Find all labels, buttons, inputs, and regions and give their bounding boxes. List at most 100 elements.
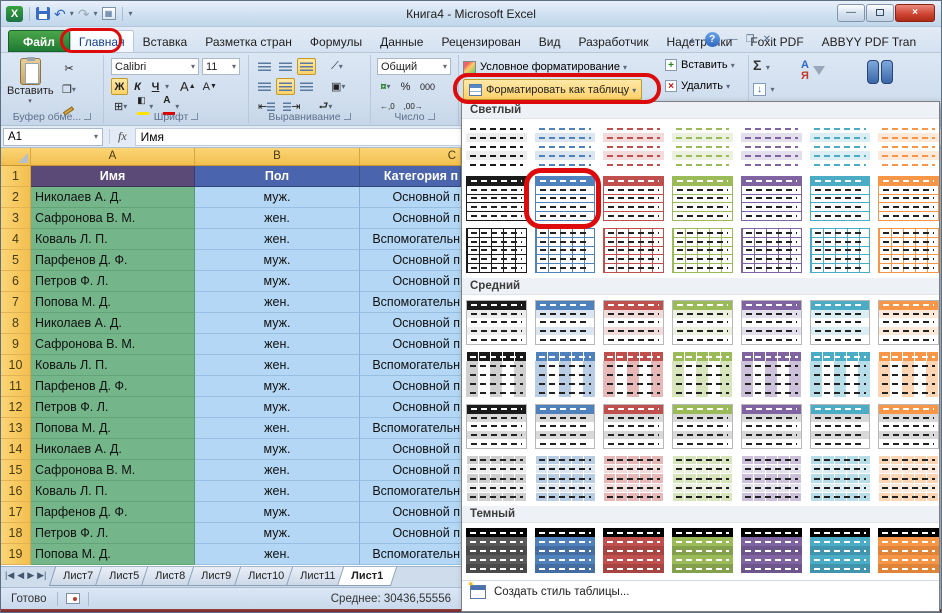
table-style-med-col-bands-red[interactable]	[603, 352, 664, 397]
table-style-med-gray-bands-green[interactable]	[672, 404, 733, 449]
cell-sex[interactable]: муж.	[195, 250, 360, 271]
align-right-icon[interactable]	[297, 78, 316, 95]
row-header[interactable]: 10	[1, 355, 31, 376]
cell-sex[interactable]: жен.	[195, 481, 360, 502]
row-header[interactable]: 14	[1, 439, 31, 460]
cell-category[interactable]: Основной п	[360, 208, 461, 229]
row-header[interactable]: 5	[1, 250, 31, 271]
cell-sex[interactable]: жен.	[195, 460, 360, 481]
help-icon[interactable]: ?	[705, 32, 720, 47]
row-header[interactable]: 6	[1, 271, 31, 292]
cell-name[interactable]: Николаев А. Д.	[31, 439, 195, 460]
cell-name[interactable]: Сафронова В. М.	[31, 334, 195, 355]
table-style-med-header-bands-black[interactable]	[466, 300, 527, 345]
grow-font-button[interactable]: А▲	[177, 78, 199, 95]
cell-name[interactable]: Попова М. Д.	[31, 292, 195, 313]
tab-Формулы[interactable]: Формулы	[301, 30, 371, 52]
tab-Данные[interactable]: Данные	[371, 30, 432, 52]
tab-Вид[interactable]: Вид	[530, 30, 570, 52]
table-style-med-gray-bands-black[interactable]	[466, 404, 527, 449]
row-header[interactable]: 8	[1, 313, 31, 334]
sort-filter-button[interactable]: АЯ	[801, 59, 825, 90]
cell-name[interactable]: Парфенов Д. Ф.	[31, 376, 195, 397]
font-name-combo[interactable]: Calibri▾	[111, 58, 199, 75]
currency-format-icon[interactable]: ¤▾	[377, 78, 394, 95]
cell-category[interactable]: Вспомогательн	[360, 229, 461, 250]
table-style-med-gray-bands-orange[interactable]	[878, 404, 939, 449]
cell-sex[interactable]: жен.	[195, 229, 360, 250]
copy-icon[interactable]: ❐▾	[59, 81, 79, 98]
table-style-med-grid-black[interactable]	[466, 456, 527, 501]
collapse-ribbon-icon[interactable]: ▲	[688, 35, 697, 45]
underline-button[interactable]: Ч	[147, 78, 164, 95]
last-sheet-icon[interactable]: ▶|	[37, 570, 46, 581]
delete-cells-button[interactable]: × Удалить ▾	[665, 80, 730, 92]
table-style-light-bands-green[interactable]	[672, 124, 733, 169]
insert-function-icon[interactable]: fx	[109, 129, 135, 144]
table-style-light-header-red[interactable]	[603, 176, 664, 221]
select-all-corner[interactable]	[1, 148, 31, 166]
table-style-light-grid-black[interactable]	[466, 228, 527, 273]
column-header-b[interactable]: B	[195, 148, 360, 166]
table-style-light-header-teal[interactable]	[810, 176, 871, 221]
table-style-dark-solid-teal[interactable]	[810, 528, 871, 573]
column-header-c[interactable]: C	[360, 148, 461, 166]
table-style-med-col-bands-orange[interactable]	[878, 352, 939, 397]
cell-sex[interactable]: жен.	[195, 334, 360, 355]
table-style-med-col-bands-teal[interactable]	[810, 352, 871, 397]
cell-sex[interactable]: муж.	[195, 187, 360, 208]
table-style-med-gray-bands-purple[interactable]	[741, 404, 802, 449]
cell-name[interactable]: Коваль Л. П.	[31, 481, 195, 502]
table-style-light-grid-red[interactable]	[603, 228, 664, 273]
table-style-dark-solid-purple[interactable]	[741, 528, 802, 573]
align-bottom-icon[interactable]	[297, 58, 316, 75]
table-style-med-col-bands-blue[interactable]	[535, 352, 596, 397]
table-style-med-gray-bands-teal[interactable]	[810, 404, 871, 449]
sheet-tab-active[interactable]: Лист1	[337, 567, 397, 586]
name-box-dropdown-icon[interactable]: ▾	[94, 132, 98, 141]
doc-minimize-icon[interactable]: —	[728, 32, 738, 47]
table-style-dark-solid-black[interactable]	[466, 528, 527, 573]
table-style-med-col-bands-purple[interactable]	[741, 352, 802, 397]
tab-Вставка[interactable]: Вставка	[134, 30, 197, 52]
cell-name[interactable]: Коваль Л. П.	[31, 229, 195, 250]
doc-close-icon[interactable]: ✕	[763, 32, 771, 47]
table-style-light-grid-purple[interactable]	[741, 228, 802, 273]
table-style-light-bands-purple[interactable]	[741, 124, 802, 169]
table-style-light-bands-black[interactable]	[466, 124, 527, 169]
cell-sex[interactable]: муж.	[195, 439, 360, 460]
cell-sex[interactable]: муж.	[195, 502, 360, 523]
cell-name[interactable]: Петров Ф. Л.	[31, 523, 195, 544]
table-style-med-grid-blue[interactable]	[535, 456, 596, 501]
conditional-formatting-button[interactable]: Условное форматирование ▾	[463, 58, 627, 76]
table-style-dark-solid-blue[interactable]	[535, 528, 596, 573]
cell-category[interactable]: Основной п	[360, 271, 461, 292]
dialog-launcher-icon[interactable]	[344, 113, 351, 120]
table-style-med-header-bands-red[interactable]	[603, 300, 664, 345]
cell-name[interactable]: Николаев А. Д.	[31, 313, 195, 334]
close-button[interactable]: ×	[895, 4, 935, 22]
cell-category[interactable]: Основной п	[360, 313, 461, 334]
table-style-dark-solid-red[interactable]	[603, 528, 664, 573]
new-table-style-item[interactable]: Создать стиль таблицы...	[462, 580, 939, 603]
table-style-med-header-bands-blue[interactable]	[535, 300, 596, 345]
name-box[interactable]: A1▾	[3, 128, 103, 146]
tab-Разработчик[interactable]: Разработчик	[569, 30, 657, 52]
dialog-launcher-icon[interactable]	[84, 113, 91, 120]
cell-category[interactable]: Основной п	[360, 523, 461, 544]
tab-Главная[interactable]: Главная	[70, 30, 134, 52]
table-style-light-header-orange[interactable]	[878, 176, 939, 221]
underline-dropdown-icon[interactable]: ▾	[165, 82, 169, 91]
cell-sex[interactable]: жен.	[195, 544, 360, 565]
row-header[interactable]: 2	[1, 187, 31, 208]
table-style-dark-solid-orange[interactable]	[878, 528, 939, 573]
table-style-med-col-bands-green[interactable]	[672, 352, 733, 397]
cell-sex[interactable]: жен.	[195, 355, 360, 376]
autosum-button[interactable]: Σ ▾	[753, 57, 770, 75]
doc-restore-icon[interactable]: ❐	[746, 32, 755, 47]
first-sheet-icon[interactable]: |◀	[5, 570, 14, 581]
italic-button[interactable]: К	[129, 78, 146, 95]
column-header-a[interactable]: A	[31, 148, 195, 166]
table-style-med-grid-orange[interactable]	[878, 456, 939, 501]
cell-category[interactable]: Основной п	[360, 250, 461, 271]
